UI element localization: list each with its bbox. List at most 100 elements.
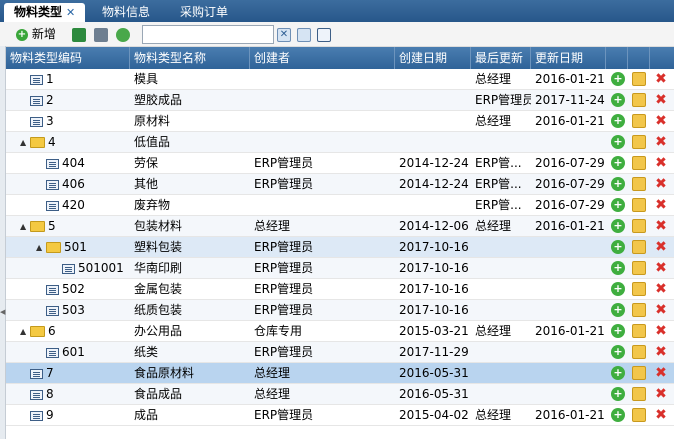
delete-icon[interactable]: ✖ xyxy=(654,177,668,191)
table-row[interactable]: 3 原材料 总经理 2016-01-21 + ✖ xyxy=(6,111,674,132)
edit-icon[interactable] xyxy=(632,219,646,233)
col-creator-header[interactable]: 创建者 xyxy=(250,47,395,69)
add-button[interactable]: + 新增 xyxy=(16,25,56,43)
edit-icon[interactable] xyxy=(632,240,646,254)
add-child-icon[interactable]: + xyxy=(611,135,625,149)
add-child-icon[interactable]: + xyxy=(611,156,625,170)
edit-icon[interactable] xyxy=(632,303,646,317)
edit-icon[interactable] xyxy=(632,261,646,275)
edit-icon[interactable] xyxy=(632,135,646,149)
add-child-icon[interactable]: + xyxy=(611,366,625,380)
print-button[interactable] xyxy=(94,25,108,43)
table-row[interactable]: ▲ 5 包装材料 总经理 2014-12-06 总经理 2016-01-21 + ✖ xyxy=(6,216,674,237)
add-child-icon[interactable]: + xyxy=(611,240,625,254)
edit-icon[interactable] xyxy=(632,282,646,296)
table-row[interactable]: ▲ 6 办公用品 仓库专用 2015-03-21 总经理 2016-01-21 + ✖ xyxy=(6,321,674,342)
tree-cell: 502 xyxy=(36,279,85,299)
table-row[interactable]: ▲ 501 塑料包装 ERP管理员 2017-10-16 + ✖ xyxy=(6,237,674,258)
clear-search-button[interactable]: ✕ xyxy=(277,25,291,43)
delete-icon[interactable]: ✖ xyxy=(654,93,668,107)
table-row[interactable]: ▲ 4 低值品 + ✖ xyxy=(6,132,674,153)
delete-icon[interactable]: ✖ xyxy=(654,282,668,296)
col-updater-header[interactable]: 最后更新 xyxy=(471,47,531,69)
edit-icon[interactable] xyxy=(632,114,646,128)
add-child-icon[interactable]: + xyxy=(611,282,625,296)
expand-toggle-icon[interactable]: ▲ xyxy=(36,238,44,258)
add-child-icon[interactable]: + xyxy=(611,219,625,233)
delete-icon[interactable]: ✖ xyxy=(654,366,668,380)
delete-icon[interactable]: ✖ xyxy=(654,114,668,128)
search-input[interactable] xyxy=(142,25,274,44)
table-row[interactable]: 1 模具 总经理 2016-01-21 + ✖ xyxy=(6,69,674,90)
edit-icon[interactable] xyxy=(632,345,646,359)
table-row[interactable]: 8 食品成品 总经理 2016-05-31 + ✖ xyxy=(6,384,674,405)
col-code-header[interactable]: 物料类型编码 xyxy=(6,47,130,69)
delete-icon[interactable]: ✖ xyxy=(654,72,668,86)
table-row[interactable]: 420 废弃物 ERP管... 2016-07-29 + ✖ xyxy=(6,195,674,216)
node-icon xyxy=(30,410,43,421)
tab-material-info[interactable]: 物料信息 xyxy=(92,3,160,22)
delete-icon[interactable]: ✖ xyxy=(654,156,668,170)
delete-icon[interactable]: ✖ xyxy=(654,408,668,422)
code-text: 404 xyxy=(62,156,85,170)
table-row[interactable]: 503 纸质包装 ERP管理员 2017-10-16 + ✖ xyxy=(6,300,674,321)
advanced-search-button[interactable] xyxy=(317,25,331,43)
edit-icon[interactable] xyxy=(632,93,646,107)
expand-toggle-icon[interactable]: ▲ xyxy=(20,322,28,342)
add-child-icon[interactable]: + xyxy=(611,198,625,212)
export-excel-button[interactable] xyxy=(72,25,86,43)
delete-icon[interactable]: ✖ xyxy=(654,261,668,275)
add-child-icon[interactable]: + xyxy=(611,93,625,107)
delete-icon[interactable]: ✖ xyxy=(654,324,668,338)
add-child-icon[interactable]: + xyxy=(611,408,625,422)
refresh-button[interactable] xyxy=(116,25,130,43)
add-child-icon[interactable]: + xyxy=(611,387,625,401)
col-created-header[interactable]: 创建日期 xyxy=(395,47,471,69)
table-row[interactable]: 404 劳保 ERP管理员 2014-12-24 ERP管... 2016-07-29 + ✖ xyxy=(6,153,674,174)
table-row[interactable]: 501001 华南印刷 ERP管理员 2017-10-16 + ✖ xyxy=(6,258,674,279)
tab-purchase-order[interactable]: 采购订单 xyxy=(170,3,238,22)
edit-icon[interactable] xyxy=(632,198,646,212)
code-text: 501 xyxy=(64,240,87,254)
expand-toggle-icon[interactable]: ▲ xyxy=(20,217,28,237)
cell-updated xyxy=(531,258,606,278)
edit-icon[interactable] xyxy=(632,387,646,401)
expand-toggle-icon[interactable]: ▲ xyxy=(20,133,28,153)
add-child-icon[interactable]: + xyxy=(611,345,625,359)
add-child-icon[interactable]: + xyxy=(611,114,625,128)
delete-icon[interactable]: ✖ xyxy=(654,303,668,317)
folder-icon xyxy=(30,326,45,337)
delete-icon[interactable]: ✖ xyxy=(654,387,668,401)
excel-icon xyxy=(72,27,86,42)
delete-icon[interactable]: ✖ xyxy=(654,240,668,254)
delete-icon[interactable]: ✖ xyxy=(654,135,668,149)
add-child-icon[interactable]: + xyxy=(611,72,625,86)
edit-icon[interactable] xyxy=(632,366,646,380)
add-child-icon[interactable]: + xyxy=(611,177,625,191)
delete-icon[interactable]: ✖ xyxy=(654,345,668,359)
table-row[interactable]: 7 食品原材料 总经理 2016-05-31 + ✖ xyxy=(6,363,674,384)
delete-icon[interactable]: ✖ xyxy=(654,198,668,212)
edit-icon[interactable] xyxy=(632,156,646,170)
cell-created: 2016-05-31 xyxy=(399,366,469,380)
cell-name: 废弃物 xyxy=(134,198,171,212)
add-child-icon[interactable]: + xyxy=(611,324,625,338)
add-child-icon[interactable]: + xyxy=(611,303,625,317)
table-row[interactable]: 9 成品 ERP管理员 2015-04-02 总经理 2016-01-21 + ✖ xyxy=(6,405,674,426)
delete-icon[interactable]: ✖ xyxy=(654,219,668,233)
table-row[interactable]: 406 其他 ERP管理员 2014-12-24 ERP管... 2016-07-29 + ✖ xyxy=(6,174,674,195)
edit-icon[interactable] xyxy=(632,177,646,191)
tab-material-type[interactable]: 物料类型 ✕ xyxy=(4,3,86,22)
add-icon: + xyxy=(16,28,28,41)
close-icon[interactable]: ✕ xyxy=(66,6,75,19)
add-child-icon[interactable]: + xyxy=(611,261,625,275)
col-updated-header[interactable]: 更新日期 xyxy=(531,47,606,69)
table-row[interactable]: 601 纸类 ERP管理员 2017-11-29 + ✖ xyxy=(6,342,674,363)
table-row[interactable]: 502 金属包装 ERP管理员 2017-10-16 + ✖ xyxy=(6,279,674,300)
edit-icon[interactable] xyxy=(632,408,646,422)
edit-icon[interactable] xyxy=(632,324,646,338)
search-button[interactable] xyxy=(297,25,311,43)
table-row[interactable]: 2 塑胶成品 ERP管理员 2017-11-24 + ✖ xyxy=(6,90,674,111)
edit-icon[interactable] xyxy=(632,72,646,86)
col-name-header[interactable]: 物料类型名称 xyxy=(130,47,250,69)
